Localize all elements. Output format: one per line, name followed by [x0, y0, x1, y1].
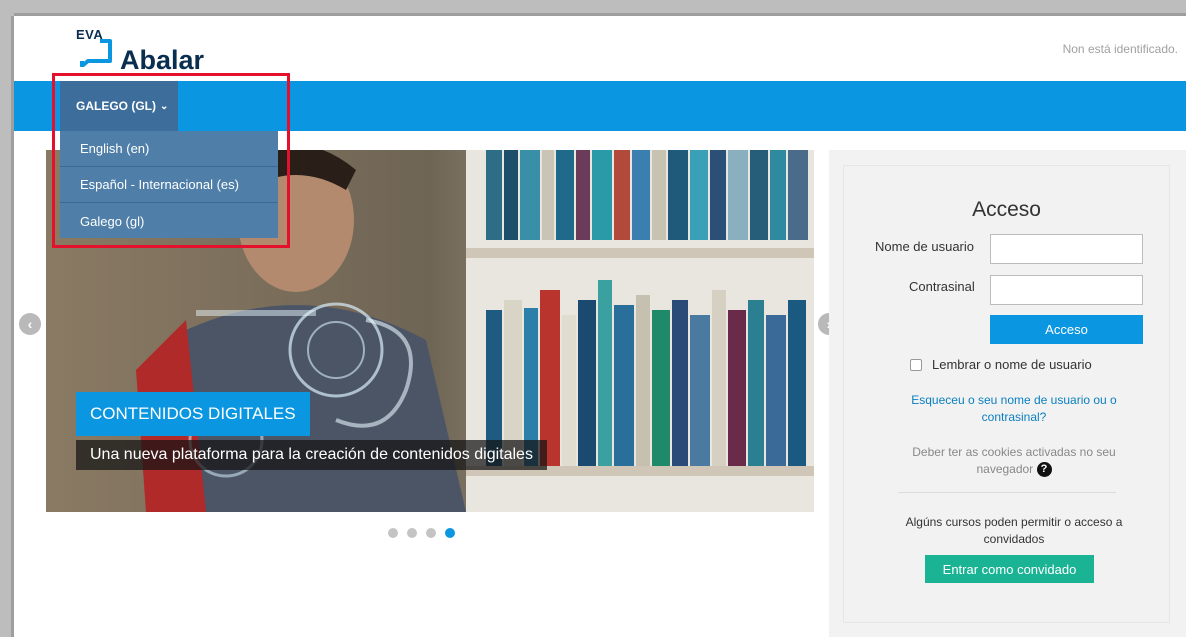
carousel-caption-subtitle: Una nueva plataforma para la creación de… [76, 440, 547, 470]
username-input[interactable] [990, 234, 1143, 264]
password-label: Contrasinal [909, 279, 975, 294]
carousel-indicators [388, 528, 455, 538]
language-dropdown: English (en) Español - Internacional (es… [60, 131, 278, 238]
language-option-english[interactable]: English (en) [60, 131, 278, 167]
login-title: Acceso [972, 198, 1041, 221]
screenshot-frame-left [0, 0, 14, 637]
language-option-spanish[interactable]: Español - Internacional (es) [60, 167, 278, 203]
language-toggle-label: GALEGO (GL) [76, 99, 156, 113]
username-label: Nome de usuario [875, 239, 974, 254]
remember-checkbox[interactable] [910, 358, 922, 371]
remember-label: Lembrar o nome de usuario [932, 357, 1092, 372]
carousel-caption-title: CONTENIDOS DIGITALES [76, 392, 310, 436]
eva-abalar-logo[interactable]: EVA Abalar [74, 25, 234, 75]
guest-access-text: Algúns cursos poden permitir o acceso a … [905, 515, 1123, 546]
main-navbar: GALEGO (GL) ⌄ [14, 81, 1186, 131]
page-header: EVA Abalar Non está identificado. [14, 16, 1186, 81]
chevron-left-icon: ‹ [27, 316, 33, 332]
login-panel: Acceso Nome de usuario Contrasinal Acces… [843, 165, 1170, 623]
carousel-dot[interactable] [407, 528, 417, 538]
language-option-galician[interactable]: Galego (gl) [60, 203, 278, 239]
carousel-dot[interactable] [426, 528, 436, 538]
language-menu-toggle[interactable]: GALEGO (GL) ⌄ [60, 81, 178, 131]
remember-username[interactable]: Lembrar o nome de usuario [910, 357, 1092, 372]
carousel-dot[interactable] [388, 528, 398, 538]
chevron-down-icon: ⌄ [160, 100, 169, 112]
carousel-prev-button[interactable]: ‹ [19, 313, 41, 335]
cookies-text: Deber ter as cookies activadas no seu na… [912, 445, 1116, 476]
logo-eva-text: EVA [76, 27, 104, 42]
speech-bubble-logo-icon [80, 39, 112, 67]
help-question-icon[interactable]: ? [1036, 462, 1052, 478]
login-status: Non está identificado. [1062, 42, 1178, 56]
forgot-credentials-link[interactable]: Esqueceu o seu nome de usuario ou o cont… [884, 392, 1144, 426]
screenshot-frame-top [0, 0, 1186, 16]
login-submit-button[interactable]: Acceso [990, 315, 1143, 344]
logo-abalar-text: Abalar [120, 45, 205, 75]
password-input[interactable] [990, 275, 1143, 305]
guest-login-button[interactable]: Entrar como convidado [925, 555, 1094, 583]
cookies-notice: Deber ter as cookies activadas no seu na… [884, 444, 1144, 478]
login-divider [898, 492, 1116, 493]
carousel-dot-active[interactable] [445, 528, 455, 538]
